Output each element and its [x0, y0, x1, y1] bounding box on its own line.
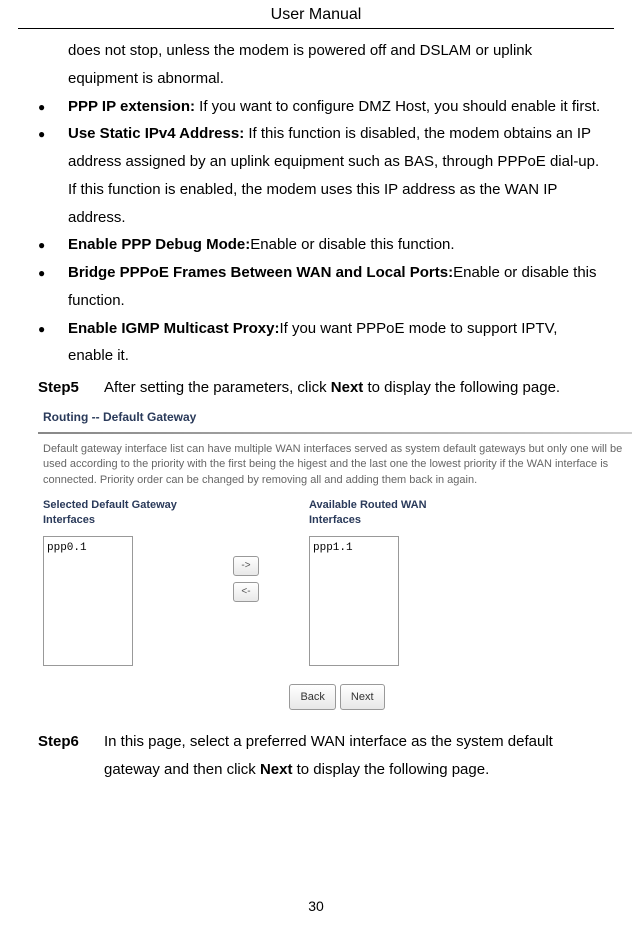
- ss-nav-buttons: Back Next: [38, 684, 632, 714]
- bullet-rest: Enable or disable this function.: [250, 236, 454, 253]
- step5-text: After setting the parameters, click Next…: [104, 379, 560, 396]
- bullet-ppp-debug: Enable PPP Debug Mode:Enable or disable …: [68, 231, 604, 259]
- step6-bold: Next: [260, 761, 293, 778]
- step5-label: Step5: [38, 374, 104, 402]
- available-wan-listbox[interactable]: ppp1.1: [309, 536, 399, 666]
- bullet-bold: Bridge PPPoE Frames Between WAN and Loca…: [68, 264, 453, 281]
- bullet-igmp-proxy: Enable IGMP Multicast Proxy:If you want …: [68, 315, 604, 371]
- ss-hr: [38, 432, 632, 434]
- step6-text: In this page, select a preferred WAN int…: [104, 728, 604, 784]
- step5-bold: Next: [331, 379, 364, 396]
- bullet-bold: Enable PPP Debug Mode:: [68, 236, 250, 253]
- list-item[interactable]: ppp0.1: [47, 538, 129, 558]
- bullet-bridge-pppoe: Bridge PPPoE Frames Between WAN and Loca…: [68, 259, 604, 315]
- back-button[interactable]: Back: [289, 684, 335, 710]
- ss-title: Routing -- Default Gateway: [38, 404, 632, 430]
- router-screenshot: Routing -- Default Gateway Default gatew…: [38, 404, 632, 714]
- main-content: does not stop, unless the modem is power…: [18, 37, 614, 784]
- move-right-button[interactable]: ->: [233, 556, 259, 576]
- step5-pre: After setting the parameters, click: [104, 379, 331, 396]
- move-left-button[interactable]: <-: [233, 582, 259, 602]
- bullet-rest: If you want to configure DMZ Host, you s…: [195, 98, 600, 115]
- bullet-ppp-ip-extension: PPP IP extension: If you want to configu…: [68, 93, 604, 121]
- list-item[interactable]: ppp1.1: [313, 538, 395, 558]
- intro-text: does not stop, unless the modem is power…: [68, 37, 604, 93]
- ss-columns: Selected Default Gateway Interfaces ppp0…: [38, 498, 632, 666]
- step6-line: Step6 In this page, select a preferred W…: [38, 728, 604, 784]
- step6-label: Step6: [38, 728, 104, 784]
- bullet-bold: PPP IP extension:: [68, 98, 195, 115]
- next-button[interactable]: Next: [340, 684, 385, 710]
- ss-middle-buttons: -> <-: [233, 556, 259, 602]
- step5-post: to display the following page.: [363, 379, 560, 396]
- ss-right-column: Available Routed WAN Interfaces ppp1.1: [309, 498, 469, 666]
- page-header: User Manual: [18, 0, 614, 29]
- ss-left-column: Selected Default Gateway Interfaces ppp0…: [43, 498, 183, 666]
- ss-right-label: Available Routed WAN Interfaces: [309, 498, 469, 528]
- bullet-static-ipv4: Use Static IPv4 Address: If this functio…: [68, 120, 604, 231]
- step6-post: to display the following page.: [292, 761, 489, 778]
- step5-line: Step5After setting the parameters, click…: [38, 374, 604, 402]
- bullet-bold: Use Static IPv4 Address:: [68, 125, 244, 142]
- selected-gateway-listbox[interactable]: ppp0.1: [43, 536, 133, 666]
- bullet-bold: Enable IGMP Multicast Proxy:: [68, 320, 279, 337]
- page-number: 30: [0, 898, 632, 914]
- ss-left-label: Selected Default Gateway Interfaces: [43, 498, 183, 528]
- ss-description: Default gateway interface list can have …: [38, 442, 632, 498]
